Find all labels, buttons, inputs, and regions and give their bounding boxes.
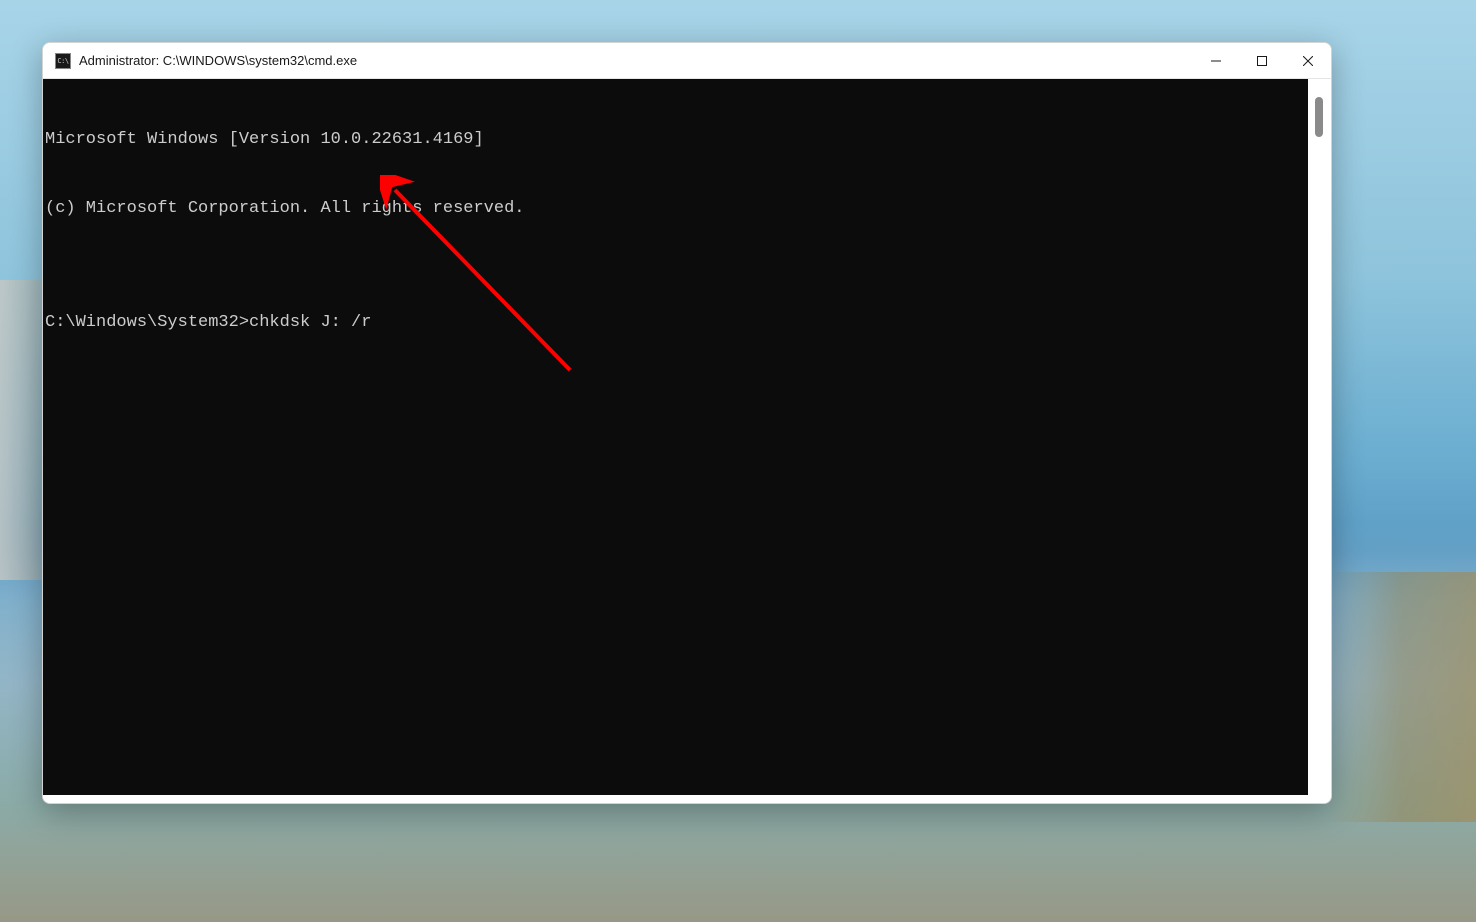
- terminal-line: (c) Microsoft Corporation. All rights re…: [45, 198, 1306, 221]
- cmd-window: C:\ Administrator: C:\WINDOWS\system32\c…: [42, 42, 1332, 804]
- cmd-icon: C:\: [55, 53, 71, 69]
- minimize-button[interactable]: [1193, 43, 1239, 78]
- close-button[interactable]: [1285, 43, 1331, 78]
- window-titlebar[interactable]: C:\ Administrator: C:\WINDOWS\system32\c…: [43, 43, 1331, 79]
- terminal-line: Microsoft Windows [Version 10.0.22631.41…: [45, 129, 1306, 152]
- maximize-button[interactable]: [1239, 43, 1285, 78]
- cmd-icon-label: C:\: [57, 57, 68, 65]
- terminal-container: Microsoft Windows [Version 10.0.22631.41…: [43, 79, 1331, 803]
- window-controls: [1193, 43, 1331, 78]
- window-title: Administrator: C:\WINDOWS\system32\cmd.e…: [79, 53, 1193, 68]
- close-icon: [1303, 56, 1313, 66]
- maximize-icon: [1257, 56, 1267, 66]
- minimize-icon: [1211, 56, 1221, 66]
- desktop-wallpaper-right: [1326, 572, 1476, 822]
- terminal-line: C:\Windows\System32>chkdsk J: /r: [45, 312, 1306, 335]
- scrollbar-track[interactable]: [1308, 79, 1329, 795]
- scrollbar-thumb[interactable]: [1315, 97, 1323, 137]
- terminal-output[interactable]: Microsoft Windows [Version 10.0.22631.41…: [43, 79, 1308, 795]
